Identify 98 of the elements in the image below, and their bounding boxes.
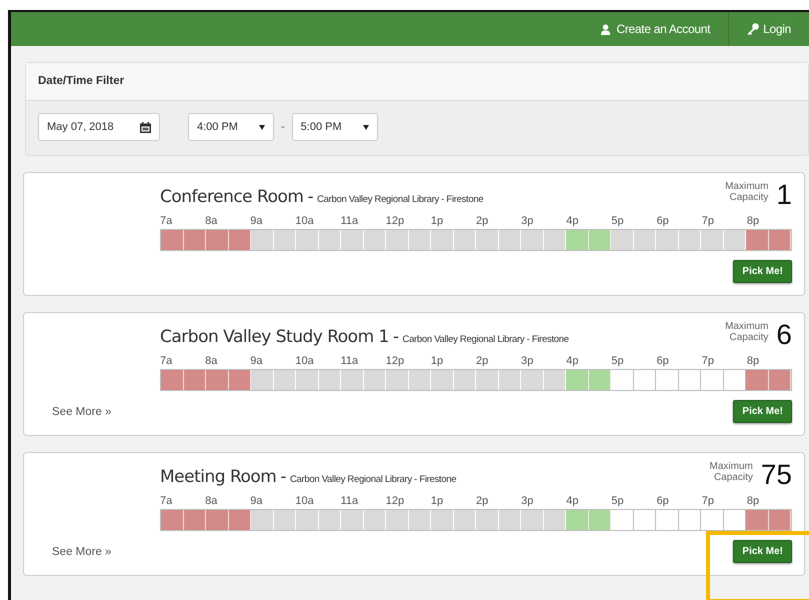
see-more-link[interactable]: See More » — [52, 404, 112, 422]
time-slot[interactable] — [184, 370, 206, 390]
time-slot[interactable] — [161, 370, 184, 390]
time-slot[interactable] — [768, 370, 791, 390]
hour-label: 9a — [250, 214, 263, 227]
capacity-value: 6 — [776, 321, 792, 350]
hour-label: 12p — [386, 354, 404, 367]
location-text: Carbon Valley Regional Library - Firestone — [402, 333, 569, 348]
create-account-link[interactable]: Create an Account — [583, 12, 728, 46]
hour-label: 7p — [702, 214, 714, 227]
hour-label: 5p — [611, 494, 624, 507]
time-slot[interactable] — [768, 510, 791, 530]
hour-label: 7p — [702, 354, 714, 367]
time-slot[interactable] — [206, 510, 228, 530]
capacity-label: Maximum Capacity — [724, 321, 768, 344]
login-link[interactable]: Login — [728, 12, 809, 46]
hour-label: 1p — [430, 354, 444, 367]
hour-label: 4p — [566, 214, 579, 227]
hour-label: 8p — [746, 354, 760, 367]
hour-label: 10a — [295, 214, 314, 227]
time-slot[interactable] — [206, 230, 228, 250]
hour-label: 3p — [521, 354, 534, 367]
hour-label: 2p — [476, 494, 488, 507]
hour-label: 8p — [746, 214, 760, 227]
time-slot[interactable] — [228, 370, 251, 390]
hour-label: 8a — [205, 214, 218, 227]
hour-label: 7a — [160, 494, 172, 507]
location-text: Carbon Valley Regional Library - Firestone — [290, 473, 456, 488]
separator-text: - — [307, 186, 314, 210]
capacity-label: Maximum Capacity — [724, 181, 768, 204]
time-slot[interactable] — [746, 510, 768, 530]
time-slot[interactable] — [724, 370, 746, 390]
hour-label: 8p — [746, 494, 760, 507]
hour-label: 3p — [521, 214, 534, 227]
time-slot[interactable] — [634, 510, 656, 530]
key-icon — [747, 23, 760, 35]
capacity-value: 1 — [776, 181, 792, 210]
end-time-select[interactable]: 5:00 PM — [292, 113, 378, 142]
caret-icon — [259, 124, 265, 130]
hour-label: 7p — [702, 494, 714, 507]
calendar-icon — [140, 122, 151, 133]
caret-icon — [362, 124, 369, 130]
hour-label: 7a — [160, 354, 172, 367]
hour-label: 9a — [250, 494, 263, 507]
capacity-label: Maximum Capacity — [708, 461, 753, 484]
hour-label: 11a — [340, 214, 358, 227]
time-slot[interactable] — [678, 510, 701, 530]
hour-label: 12p — [386, 494, 404, 507]
time-slot[interactable] — [161, 230, 184, 250]
hour-label: 6p — [656, 214, 669, 227]
hour-label: 9a — [250, 354, 263, 367]
room-name: Conference Room — [160, 186, 304, 210]
pick-button[interactable]: Pick Me! — [733, 540, 792, 564]
hour-label: 8a — [205, 494, 218, 507]
hour-label: 11a — [340, 354, 358, 367]
hour-label: 4p — [566, 354, 579, 367]
date-field[interactable]: May 07, 2018 — [38, 113, 160, 142]
time-slot[interactable] — [678, 370, 701, 390]
hour-label: 3p — [521, 494, 534, 507]
separator-text: - — [281, 120, 285, 135]
time-slot[interactable] — [184, 230, 206, 250]
hour-label: 4p — [566, 494, 579, 507]
time-slot[interactable] — [746, 230, 768, 250]
room-name: Carbon Valley Study Room 1 — [160, 326, 389, 350]
panel-title: Date/Time Filter — [26, 63, 808, 102]
time-slot[interactable] — [768, 230, 791, 250]
time-slot[interactable] — [228, 510, 251, 530]
hour-label: 12p — [386, 214, 404, 227]
user-icon — [601, 24, 612, 34]
pick-button[interactable]: Pick Me! — [733, 260, 792, 284]
time-slot[interactable] — [161, 510, 184, 530]
hour-label: 8a — [205, 354, 218, 367]
separator-text: - — [280, 466, 286, 490]
pick-button[interactable]: Pick Me! — [733, 400, 792, 424]
hour-label: 1p — [430, 214, 444, 227]
location-text: Carbon Valley Regional Library - Firestone — [317, 193, 484, 208]
time-slot[interactable] — [184, 510, 206, 530]
hour-label: 2p — [476, 354, 488, 367]
hour-label: 10a — [295, 354, 314, 367]
hour-label: 11a — [340, 494, 358, 507]
time-slot[interactable] — [634, 370, 656, 390]
hour-label: 7a — [160, 214, 172, 227]
hour-label: 5p — [611, 354, 624, 367]
hour-label: 2p — [476, 214, 488, 227]
separator-text: - — [392, 326, 399, 350]
time-slot[interactable] — [724, 510, 746, 530]
room-name: Meeting Room — [160, 466, 276, 490]
hour-label: 6p — [656, 354, 669, 367]
hour-label: 5p — [611, 214, 624, 227]
see-more-link[interactable]: See More » — [52, 544, 112, 562]
hour-label: 6p — [656, 494, 669, 507]
hour-label: 1p — [430, 494, 444, 507]
capacity-value: 75 — [760, 461, 792, 490]
time-slot[interactable] — [228, 230, 251, 250]
time-slot[interactable] — [746, 370, 768, 390]
start-time-select[interactable]: 4:00 PM — [188, 113, 274, 142]
time-slot[interactable] — [206, 370, 228, 390]
hour-label: 10a — [295, 494, 314, 507]
